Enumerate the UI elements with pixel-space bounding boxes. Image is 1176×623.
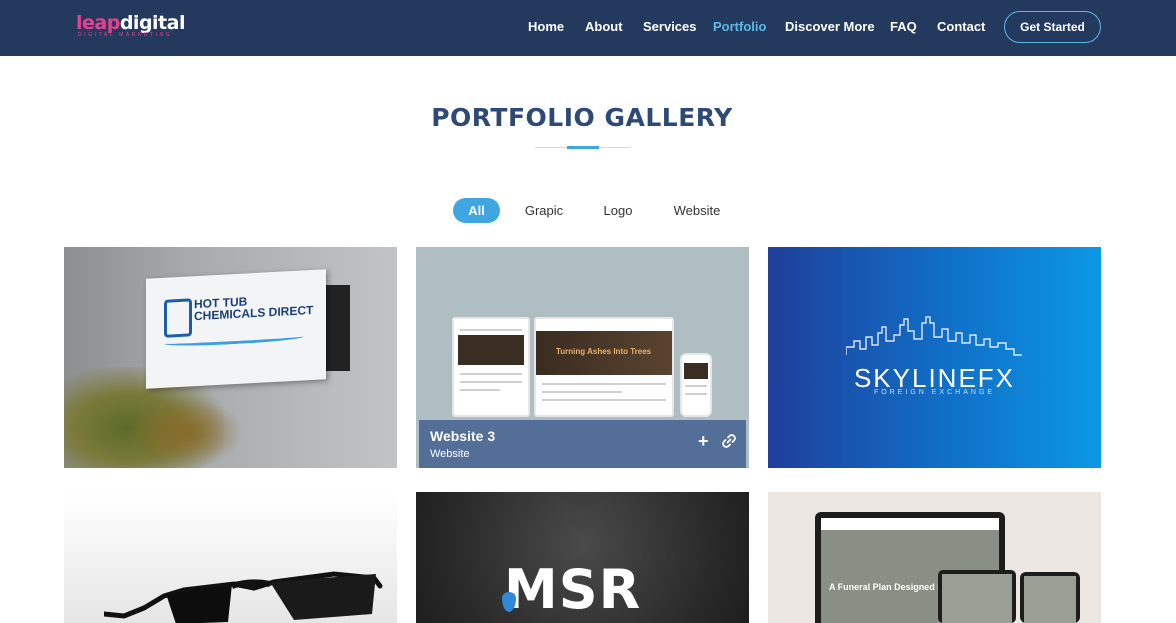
sign-text: HOT TUB CHEMICALS DIRECT <box>194 294 314 324</box>
gallery-item-skylinefx-logo[interactable]: SKYLINEFX FOREIGN EXCHANGE <box>768 247 1101 468</box>
gallery-item-website-3[interactable]: Turning Ashes Into Trees Website 3 Websi… <box>416 247 749 468</box>
nav-faq[interactable]: FAQ <box>890 19 917 34</box>
get-started-button[interactable]: Get Started <box>1004 11 1101 43</box>
filter-website[interactable]: Website <box>666 198 728 223</box>
zoom-plus-icon[interactable]: + <box>698 432 709 450</box>
nav-home[interactable]: Home <box>528 19 564 34</box>
tree-blur <box>124 397 244 468</box>
logo-tagline: DIGITAL MARKETING <box>78 32 173 38</box>
title-divider-accent <box>567 146 599 149</box>
gallery-item-funeral-plan-website[interactable]: A Funeral Plan Designed For You <box>768 492 1101 623</box>
msr-wordmark: MSR <box>504 558 642 621</box>
filter-logo[interactable]: Logo <box>597 198 639 223</box>
sunglasses-image <box>104 571 383 623</box>
filter-all[interactable]: All <box>453 198 500 223</box>
sign-bracket <box>326 285 350 371</box>
item-title: Website 3 <box>430 428 496 444</box>
item-overlay: Website 3 Website + <box>419 420 746 468</box>
nav-services[interactable]: Services <box>643 19 697 34</box>
laptop-mockup: Turning Ashes Into Trees <box>534 317 674 417</box>
phone-mockup <box>1020 572 1080 623</box>
screen-headline: Turning Ashes Into Trees <box>556 347 652 356</box>
phone-mockup <box>680 353 712 417</box>
gallery-item-hot-tub-sign[interactable]: HOT TUB CHEMICALS DIRECT <box>64 247 397 468</box>
gallery-item-sunglasses[interactable] <box>64 492 397 623</box>
nav-discover-more[interactable]: Discover More <box>785 19 875 34</box>
mock-navbar <box>821 518 999 530</box>
nav-portfolio[interactable]: Portfolio <box>713 19 766 34</box>
nav-contact[interactable]: Contact <box>937 19 985 34</box>
h-logo-icon <box>164 298 192 338</box>
link-icon[interactable] <box>721 433 737 449</box>
leapdigital-logo[interactable]: leapdigital DIGITAL MARKETING <box>76 12 200 40</box>
filter-grapic[interactable]: Grapic <box>516 198 572 223</box>
tablet-mockup <box>938 570 1016 623</box>
logo-wordmark: leapdigital <box>76 12 185 34</box>
site-header: leapdigital DIGITAL MARKETING Home About… <box>0 0 1176 56</box>
tablet-mockup <box>452 317 530 417</box>
sign-board: HOT TUB CHEMICALS DIRECT <box>146 269 326 389</box>
gallery-item-msr-logo[interactable]: MSR <box>416 492 749 623</box>
item-category: Website <box>430 448 470 460</box>
page-title: PORTFOLIO GALLERY <box>431 103 733 132</box>
nav-about[interactable]: About <box>585 19 623 34</box>
skyline-icon <box>846 316 1022 356</box>
skylinefx-tagline: FOREIGN EXCHANGE <box>873 389 996 396</box>
